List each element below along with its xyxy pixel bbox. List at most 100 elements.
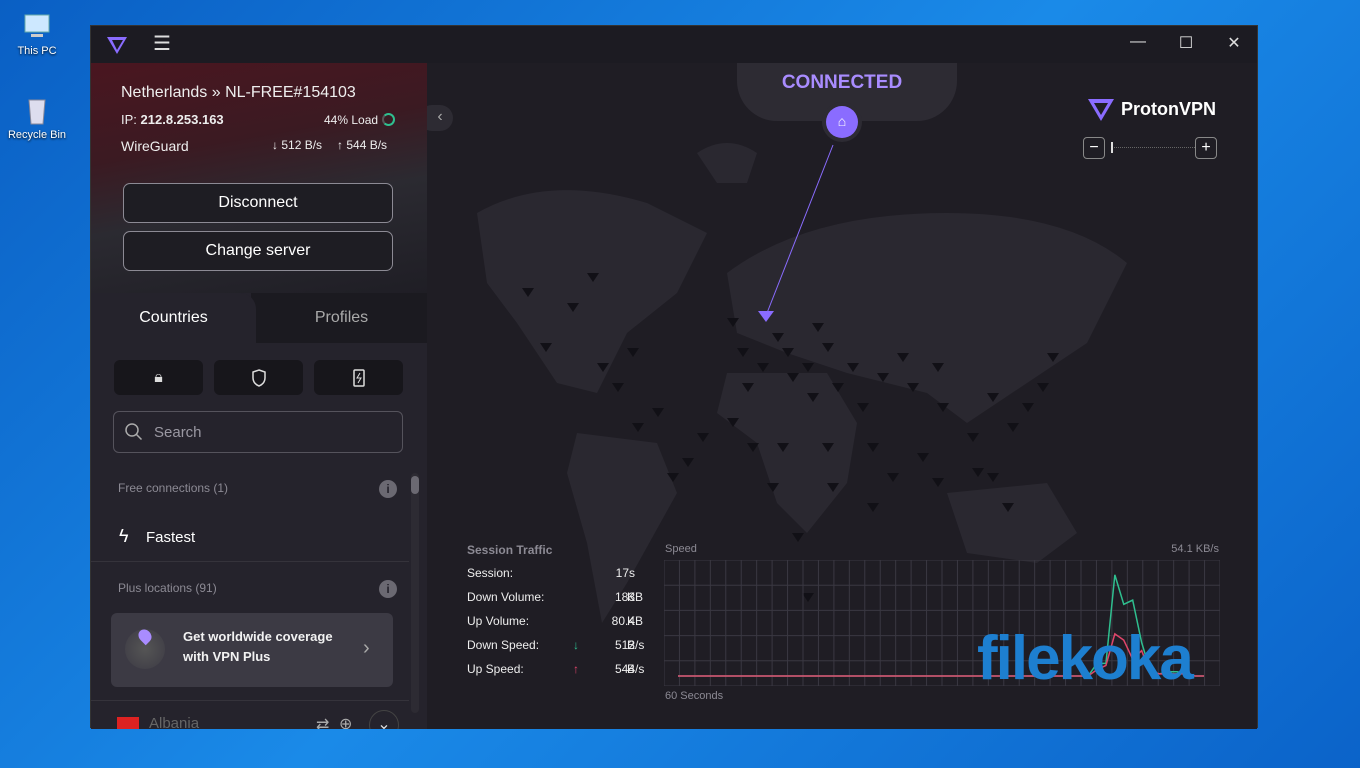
maximize-button[interactable]: ☐ bbox=[1171, 33, 1201, 55]
server-marker[interactable] bbox=[667, 473, 679, 482]
server-marker[interactable] bbox=[987, 393, 999, 402]
proton-logo-icon bbox=[1088, 99, 1114, 121]
server-marker[interactable] bbox=[802, 363, 814, 372]
traffic-row-label: Up Speed: bbox=[467, 662, 524, 676]
server-marker[interactable] bbox=[822, 343, 834, 352]
server-marker[interactable] bbox=[847, 363, 859, 372]
zoom-in-button[interactable]: + bbox=[1195, 137, 1217, 159]
traffic-row-label: Down Volume: bbox=[467, 590, 545, 604]
server-marker[interactable] bbox=[967, 433, 979, 442]
home-icon[interactable]: ⌂ bbox=[826, 106, 858, 138]
server-marker[interactable] bbox=[697, 433, 709, 442]
server-marker[interactable] bbox=[917, 453, 929, 462]
server-marker[interactable] bbox=[567, 303, 579, 312]
server-marker[interactable] bbox=[857, 403, 869, 412]
server-marker[interactable] bbox=[727, 418, 739, 427]
server-marker[interactable] bbox=[767, 483, 779, 492]
disconnect-button[interactable]: Disconnect bbox=[123, 183, 393, 223]
traffic-row-unit: KB bbox=[627, 614, 644, 628]
server-marker[interactable] bbox=[812, 323, 824, 332]
server-marker[interactable] bbox=[1002, 503, 1014, 512]
server-marker[interactable] bbox=[587, 273, 599, 282]
close-button[interactable]: ✕ bbox=[1219, 33, 1249, 55]
change-server-button[interactable]: Change server bbox=[123, 231, 393, 271]
server-marker[interactable] bbox=[627, 348, 639, 357]
server-marker[interactable] bbox=[822, 443, 834, 452]
server-marker[interactable] bbox=[727, 318, 739, 327]
server-marker[interactable] bbox=[522, 288, 534, 297]
zoom-out-button[interactable]: − bbox=[1083, 137, 1105, 159]
connection-status: CONNECTED bbox=[781, 72, 903, 93]
server-marker[interactable] bbox=[792, 533, 804, 542]
chevron-right-icon: › bbox=[363, 637, 370, 659]
upsell-banner[interactable]: Get worldwide coverage with VPN Plus › bbox=[111, 613, 393, 687]
chart-ymax: 54.1 KB/s bbox=[1171, 543, 1219, 555]
protonvpn-window: ☰ — ☐ ✕ Netherlands » NL-FREE#154103 IP:… bbox=[90, 25, 1258, 729]
server-marker[interactable] bbox=[1022, 403, 1034, 412]
scrollbar[interactable] bbox=[411, 473, 419, 713]
p2p-filter-button[interactable] bbox=[314, 360, 403, 395]
protonvpn-brand: ProtonVPN bbox=[1087, 96, 1216, 122]
server-marker[interactable] bbox=[782, 348, 794, 357]
server-marker[interactable] bbox=[747, 443, 759, 452]
server-marker[interactable] bbox=[867, 503, 879, 512]
server-marker[interactable] bbox=[932, 363, 944, 372]
server-marker[interactable] bbox=[987, 473, 999, 482]
tab-profiles[interactable]: Profiles bbox=[256, 293, 427, 343]
server-marker[interactable] bbox=[772, 333, 784, 342]
zoom-slider[interactable] bbox=[1111, 142, 1195, 153]
server-marker[interactable] bbox=[1007, 423, 1019, 432]
server-marker[interactable] bbox=[832, 383, 844, 392]
server-marker[interactable] bbox=[652, 408, 664, 417]
fastest-item[interactable]: ϟ Fastest bbox=[91, 513, 409, 562]
sidebar: Netherlands » NL-FREE#154103 IP: 212.8.2… bbox=[91, 63, 427, 729]
info-icon[interactable]: i bbox=[379, 580, 397, 598]
hamburger-menu-icon[interactable]: ☰ bbox=[153, 34, 171, 54]
server-marker[interactable] bbox=[867, 443, 879, 452]
server-marker[interactable] bbox=[540, 343, 552, 352]
server-marker[interactable] bbox=[682, 458, 694, 467]
server-marker[interactable] bbox=[612, 383, 624, 392]
minimize-button[interactable]: — bbox=[1123, 33, 1153, 55]
server-marker[interactable] bbox=[632, 423, 644, 432]
server-marker[interactable] bbox=[887, 473, 899, 482]
server-marker[interactable] bbox=[807, 393, 819, 402]
server-marker[interactable] bbox=[937, 403, 949, 412]
server-marker[interactable] bbox=[737, 348, 749, 357]
traffic-row-label: Up Volume: bbox=[467, 614, 530, 628]
server-marker[interactable] bbox=[972, 468, 984, 477]
server-marker[interactable] bbox=[742, 383, 754, 392]
desktop-icon-label: Recycle Bin bbox=[7, 129, 67, 141]
server-marker[interactable] bbox=[787, 373, 799, 382]
server-marker[interactable] bbox=[932, 478, 944, 487]
desktop-icon-recycle-bin[interactable]: Recycle Bin bbox=[4, 96, 70, 141]
server-marker[interactable] bbox=[897, 353, 909, 362]
tab-countries[interactable]: Countries bbox=[91, 293, 256, 343]
title-bar: ☰ — ☐ ✕ bbox=[91, 26, 1257, 63]
proton-logo-icon bbox=[106, 35, 128, 60]
server-marker[interactable] bbox=[877, 373, 889, 382]
lightning-icon: ϟ bbox=[119, 526, 129, 546]
server-marker[interactable] bbox=[827, 483, 839, 492]
server-marker[interactable] bbox=[907, 383, 919, 392]
albania-flag-icon bbox=[117, 717, 139, 729]
secure-core-filter-button[interactable]: 🔒︎ bbox=[114, 360, 203, 395]
collapse-sidebar-button[interactable]: ‹ bbox=[427, 105, 453, 131]
traffic-row-label: Down Speed: bbox=[467, 638, 540, 652]
server-location: Netherlands » NL-FREE#154103 bbox=[121, 84, 356, 101]
globe-icon: ⊕ bbox=[339, 716, 353, 729]
server-marker[interactable] bbox=[597, 363, 609, 372]
upsell-text: Get worldwide coverage with VPN Plus bbox=[183, 629, 333, 664]
p2p-feature-icon: ⇄ bbox=[316, 717, 330, 729]
search-input[interactable]: Search bbox=[113, 411, 403, 453]
world-map[interactable]: CONNECTED ⌂ ProtonVPN − + ‹ Session Traf… bbox=[427, 63, 1257, 729]
server-marker[interactable] bbox=[1047, 353, 1059, 362]
server-marker[interactable] bbox=[757, 363, 769, 372]
shield-icon bbox=[251, 369, 266, 387]
server-marker[interactable] bbox=[777, 443, 789, 452]
desktop-icon-this-pc[interactable]: This PC bbox=[4, 12, 70, 57]
info-icon[interactable]: i bbox=[379, 480, 397, 498]
server-marker[interactable] bbox=[1037, 383, 1049, 392]
country-albania[interactable]: Albania bbox=[149, 715, 199, 729]
netshield-filter-button[interactable] bbox=[214, 360, 303, 395]
